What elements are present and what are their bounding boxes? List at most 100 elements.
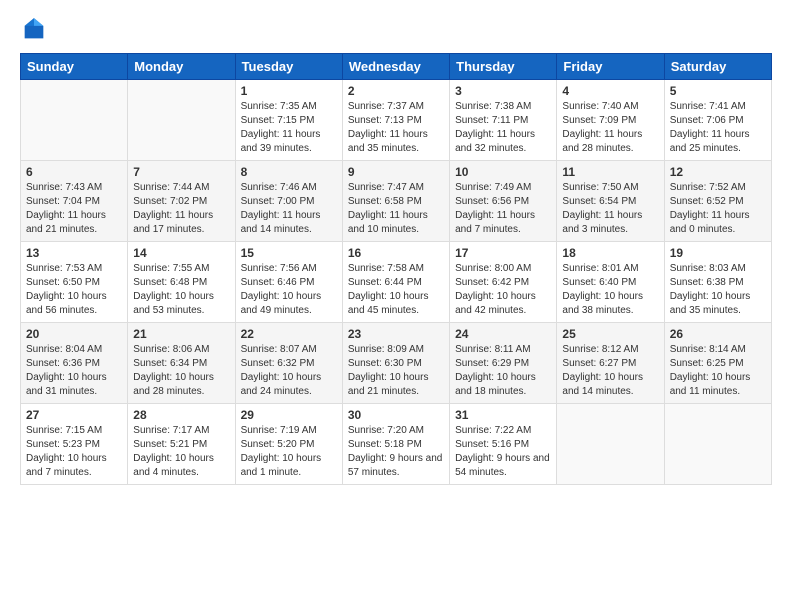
day-info: Sunrise: 7:49 AM Sunset: 6:56 PM Dayligh…	[455, 181, 551, 237]
day-cell: 17Sunrise: 8:00 AM Sunset: 6:42 PM Dayli…	[450, 242, 557, 323]
day-cell: 21Sunrise: 8:06 AM Sunset: 6:34 PM Dayli…	[128, 323, 235, 404]
day-cell: 20Sunrise: 8:04 AM Sunset: 6:36 PM Dayli…	[21, 323, 128, 404]
day-number: 13	[26, 246, 122, 260]
day-cell: 13 Sunrise: 7:53 AM Sunset: 6:50 PM Dayli…	[21, 242, 128, 323]
day-number: 23	[348, 327, 444, 341]
day-cell: 31 Sunrise: 7:22 AM Sunset: 5:16 PM Dayli…	[450, 404, 557, 485]
day-info: Sunrise: 7:50 AM Sunset: 6:54 PM Dayligh…	[562, 181, 658, 237]
day-cell	[128, 80, 235, 161]
day-cell: 15Sunrise: 7:56 AM Sunset: 6:46 PM Dayli…	[235, 242, 342, 323]
day-number: 28	[133, 408, 229, 422]
day-cell	[557, 404, 664, 485]
day-number: 30	[348, 408, 444, 422]
week-row-2: 6 Sunrise: 7:43 AM Sunset: 7:04 PM Daylig…	[21, 161, 772, 242]
day-info: Sunrise: 7:52 AM Sunset: 6:52 PM Dayligh…	[670, 181, 766, 237]
day-info: Sunrise: 7:35 AM Sunset: 7:15 PM Dayligh…	[241, 100, 337, 156]
day-info: Sunrise: 8:00 AM Sunset: 6:42 PM Dayligh…	[455, 262, 551, 318]
week-row-5: 27 Sunrise: 7:15 AM Sunset: 5:23 PM Dayli…	[21, 404, 772, 485]
weekday-header-row: SundayMondayTuesdayWednesdayThursdayFrid…	[21, 54, 772, 80]
day-info: Sunrise: 8:09 AM Sunset: 6:30 PM Dayligh…	[348, 343, 444, 399]
day-number: 9	[348, 165, 444, 179]
day-number: 25	[562, 327, 658, 341]
week-row-3: 13 Sunrise: 7:53 AM Sunset: 6:50 PM Dayli…	[21, 242, 772, 323]
day-info: Sunrise: 8:12 AM Sunset: 6:27 PM Dayligh…	[562, 343, 658, 399]
day-cell: 9 Sunrise: 7:47 AM Sunset: 6:58 PM Daylig…	[342, 161, 449, 242]
day-info: Sunrise: 7:53 AM Sunset: 6:50 PM Dayligh…	[26, 262, 122, 318]
day-cell: 30 Sunrise: 7:20 AM Sunset: 5:18 PM Dayli…	[342, 404, 449, 485]
day-number: 10	[455, 165, 551, 179]
weekday-header-sunday: Sunday	[21, 54, 128, 80]
day-number: 18	[562, 246, 658, 260]
day-cell: 2Sunrise: 7:37 AM Sunset: 7:13 PM Daylig…	[342, 80, 449, 161]
day-cell: 26 Sunrise: 8:14 AM Sunset: 6:25 PM Dayli…	[664, 323, 771, 404]
day-number: 6	[26, 165, 122, 179]
day-info: Sunrise: 8:06 AM Sunset: 6:34 PM Dayligh…	[133, 343, 229, 399]
day-info: Sunrise: 8:11 AM Sunset: 6:29 PM Dayligh…	[455, 343, 551, 399]
weekday-header-monday: Monday	[128, 54, 235, 80]
day-info: Sunrise: 8:07 AM Sunset: 6:32 PM Dayligh…	[241, 343, 337, 399]
day-info: Sunrise: 7:47 AM Sunset: 6:58 PM Dayligh…	[348, 181, 444, 237]
day-number: 24	[455, 327, 551, 341]
day-cell: 12 Sunrise: 7:52 AM Sunset: 6:52 PM Dayli…	[664, 161, 771, 242]
day-info: Sunrise: 7:43 AM Sunset: 7:04 PM Dayligh…	[26, 181, 122, 237]
day-number: 19	[670, 246, 766, 260]
day-number: 16	[348, 246, 444, 260]
day-cell: 28 Sunrise: 7:17 AM Sunset: 5:21 PM Dayli…	[128, 404, 235, 485]
day-info: Sunrise: 7:58 AM Sunset: 6:44 PM Dayligh…	[348, 262, 444, 318]
day-cell: 23 Sunrise: 8:09 AM Sunset: 6:30 PM Dayli…	[342, 323, 449, 404]
header	[20, 15, 772, 43]
day-cell: 4 Sunrise: 7:40 AM Sunset: 7:09 PM Daylig…	[557, 80, 664, 161]
day-cell: 1 Sunrise: 7:35 AM Sunset: 7:15 PM Daylig…	[235, 80, 342, 161]
day-info: Sunrise: 8:04 AM Sunset: 6:36 PM Dayligh…	[26, 343, 122, 399]
logo	[20, 15, 52, 43]
weekday-header-friday: Friday	[557, 54, 664, 80]
weekday-header-thursday: Thursday	[450, 54, 557, 80]
day-info: Sunrise: 8:14 AM Sunset: 6:25 PM Dayligh…	[670, 343, 766, 399]
day-cell: 6 Sunrise: 7:43 AM Sunset: 7:04 PM Daylig…	[21, 161, 128, 242]
page: SundayMondayTuesdayWednesdayThursdayFrid…	[0, 0, 792, 612]
day-number: 3	[455, 84, 551, 98]
day-number: 8	[241, 165, 337, 179]
day-cell: 29Sunrise: 7:19 AM Sunset: 5:20 PM Dayli…	[235, 404, 342, 485]
day-number: 31	[455, 408, 551, 422]
day-number: 1	[241, 84, 337, 98]
day-number: 4	[562, 84, 658, 98]
weekday-header-wednesday: Wednesday	[342, 54, 449, 80]
day-cell: 27 Sunrise: 7:15 AM Sunset: 5:23 PM Dayli…	[21, 404, 128, 485]
day-number: 27	[26, 408, 122, 422]
day-number: 5	[670, 84, 766, 98]
day-info: Sunrise: 7:20 AM Sunset: 5:18 PM Dayligh…	[348, 424, 444, 480]
day-info: Sunrise: 7:17 AM Sunset: 5:21 PM Dayligh…	[133, 424, 229, 480]
day-cell: 7Sunrise: 7:44 AM Sunset: 7:02 PM Daylig…	[128, 161, 235, 242]
day-cell: 14Sunrise: 7:55 AM Sunset: 6:48 PM Dayli…	[128, 242, 235, 323]
day-info: Sunrise: 7:40 AM Sunset: 7:09 PM Dayligh…	[562, 100, 658, 156]
day-cell: 5Sunrise: 7:41 AM Sunset: 7:06 PM Daylig…	[664, 80, 771, 161]
day-cell	[664, 404, 771, 485]
day-info: Sunrise: 7:46 AM Sunset: 7:00 PM Dayligh…	[241, 181, 337, 237]
day-number: 26	[670, 327, 766, 341]
day-cell	[21, 80, 128, 161]
day-cell: 3 Sunrise: 7:38 AM Sunset: 7:11 PM Daylig…	[450, 80, 557, 161]
day-cell: 24 Sunrise: 8:11 AM Sunset: 6:29 PM Dayli…	[450, 323, 557, 404]
calendar: SundayMondayTuesdayWednesdayThursdayFrid…	[20, 53, 772, 485]
day-info: Sunrise: 7:22 AM Sunset: 5:16 PM Dayligh…	[455, 424, 551, 480]
day-info: Sunrise: 7:15 AM Sunset: 5:23 PM Dayligh…	[26, 424, 122, 480]
day-cell: 25 Sunrise: 8:12 AM Sunset: 6:27 PM Dayli…	[557, 323, 664, 404]
day-info: Sunrise: 7:56 AM Sunset: 6:46 PM Dayligh…	[241, 262, 337, 318]
day-number: 22	[241, 327, 337, 341]
day-number: 12	[670, 165, 766, 179]
day-info: Sunrise: 8:01 AM Sunset: 6:40 PM Dayligh…	[562, 262, 658, 318]
day-number: 14	[133, 246, 229, 260]
week-row-4: 20Sunrise: 8:04 AM Sunset: 6:36 PM Dayli…	[21, 323, 772, 404]
logo-icon	[20, 15, 48, 43]
day-cell: 16 Sunrise: 7:58 AM Sunset: 6:44 PM Dayli…	[342, 242, 449, 323]
day-cell: 22 Sunrise: 8:07 AM Sunset: 6:32 PM Dayli…	[235, 323, 342, 404]
day-number: 2	[348, 84, 444, 98]
day-number: 29	[241, 408, 337, 422]
day-info: Sunrise: 7:38 AM Sunset: 7:11 PM Dayligh…	[455, 100, 551, 156]
day-info: Sunrise: 8:03 AM Sunset: 6:38 PM Dayligh…	[670, 262, 766, 318]
day-cell: 8 Sunrise: 7:46 AM Sunset: 7:00 PM Daylig…	[235, 161, 342, 242]
day-cell: 19 Sunrise: 8:03 AM Sunset: 6:38 PM Dayli…	[664, 242, 771, 323]
day-info: Sunrise: 7:44 AM Sunset: 7:02 PM Dayligh…	[133, 181, 229, 237]
weekday-header-saturday: Saturday	[664, 54, 771, 80]
